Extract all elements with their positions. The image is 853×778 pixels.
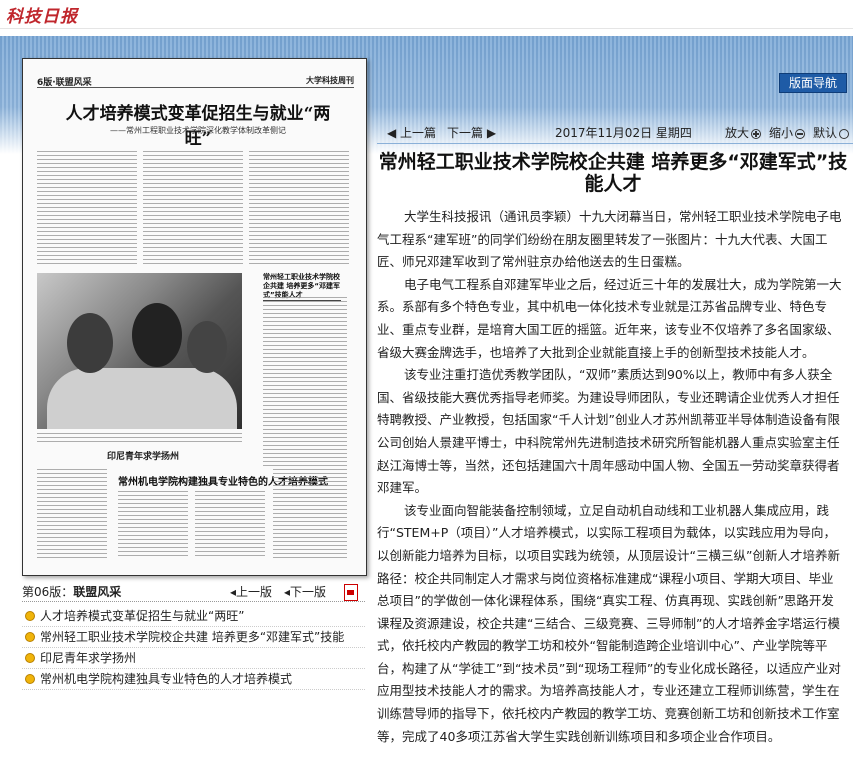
toolbar-divider xyxy=(377,143,853,144)
photo-caption[interactable]: 印尼青年求学扬州 xyxy=(83,449,203,462)
article-paragraph: 电子电气工程系自邓建军毕业之后，经过近三十年的发展壮大，成为学院第一大系。系部有… xyxy=(377,276,842,360)
article-title: 常州轻工职业技术学院校企共建 培养更多“邓建军式”技能人才 xyxy=(378,151,848,195)
divider xyxy=(22,601,365,602)
article-body: 大学生科技报讯（通讯员李颖）十九大闭幕当日，常州轻工职业技术学院电子电气工程系“… xyxy=(377,206,842,748)
bullet-icon xyxy=(25,653,35,663)
next-article-link[interactable]: 下一篇 ▶ xyxy=(447,124,496,141)
article-paragraph: 该专业面向智能装备控制领域，立足自动机自动线和工业机器人集成应用，践行“STEM… xyxy=(377,502,841,744)
page-header-strip: 6版·联盟风采 大学科技周刊 xyxy=(37,75,354,88)
site-header: 科技日报 xyxy=(0,0,853,29)
text-column xyxy=(37,151,137,267)
issue-date: 2017年11月02日 星期四 xyxy=(555,126,692,140)
text-column xyxy=(37,469,107,559)
zoom-in-button[interactable]: 放大 xyxy=(725,124,762,141)
list-item[interactable]: 常州机电学院构建独具专业特色的人才培养模式 xyxy=(22,669,365,690)
text-column xyxy=(37,433,242,445)
zoom-in-icon xyxy=(751,128,762,139)
article-paragraph: 该专业注重打造优秀教学团队，“双师”素质达到90%以上，教师中有多人获全国、省级… xyxy=(377,367,840,496)
bullet-icon xyxy=(25,674,35,684)
page-headline[interactable]: 人才培养模式变革促招生与就业“两旺” xyxy=(53,99,343,149)
page-subhead: ——常州工程职业技术学院深化教学体制改革侧记 xyxy=(110,126,286,135)
news-photo[interactable] xyxy=(37,273,242,429)
article-list: 人才培养模式变革促招生与就业“两旺” 常州轻工职业技术学院校企共建 培养更多“邓… xyxy=(22,606,365,690)
zoom-out-button[interactable]: 缩小 xyxy=(769,124,806,141)
edition-label: 第06版：联盟风采 xyxy=(22,585,122,599)
text-column xyxy=(118,491,188,559)
list-item[interactable]: 印尼青年求学扬州 xyxy=(22,648,365,669)
next-page-link[interactable]: ◂下一版 xyxy=(284,583,326,600)
bullet-icon xyxy=(25,632,35,642)
zoom-default-button[interactable]: 默认 xyxy=(813,124,850,141)
text-column xyxy=(195,491,265,559)
page-section-label: 6版·联盟风采 xyxy=(37,78,92,88)
list-item[interactable]: 人才培养模式变革促招生与就业“两旺” xyxy=(22,606,365,627)
article-paragraph: 大学生科技报讯（通讯员李颖）十九大闭幕当日，常州轻工职业技术学院电子电气工程系“… xyxy=(377,209,842,270)
text-column xyxy=(249,151,349,267)
pdf-icon[interactable] xyxy=(344,584,358,601)
page-controls: 第06版：联盟风采 ◂上一版 ◂下一版 xyxy=(22,583,365,601)
list-item[interactable]: 常州轻工职业技术学院校企共建 培养更多“邓建军式”技能 xyxy=(22,627,365,648)
bullet-icon xyxy=(25,611,35,621)
newspaper-page-image[interactable]: 6版·联盟风采 大学科技周刊 人才培养模式变革促招生与就业“两旺” ——常州工程… xyxy=(22,58,367,576)
prev-page-link[interactable]: ◂上一版 xyxy=(230,583,272,600)
layout-nav-button[interactable]: 版面导航 xyxy=(779,73,847,93)
text-column xyxy=(263,297,347,467)
zoom-default-icon xyxy=(839,128,850,139)
text-column xyxy=(273,469,347,559)
prev-article-link[interactable]: ◀ 上一篇 xyxy=(387,124,436,141)
text-column xyxy=(143,151,243,267)
article-toolbar: ◀ 上一篇 下一篇 ▶ 2017年11月02日 星期四 放大 缩小 默认 xyxy=(377,124,853,142)
site-logo[interactable]: 科技日报 xyxy=(6,2,78,27)
page-paper-name: 大学科技周刊 xyxy=(306,76,354,85)
zoom-out-icon xyxy=(795,128,806,139)
